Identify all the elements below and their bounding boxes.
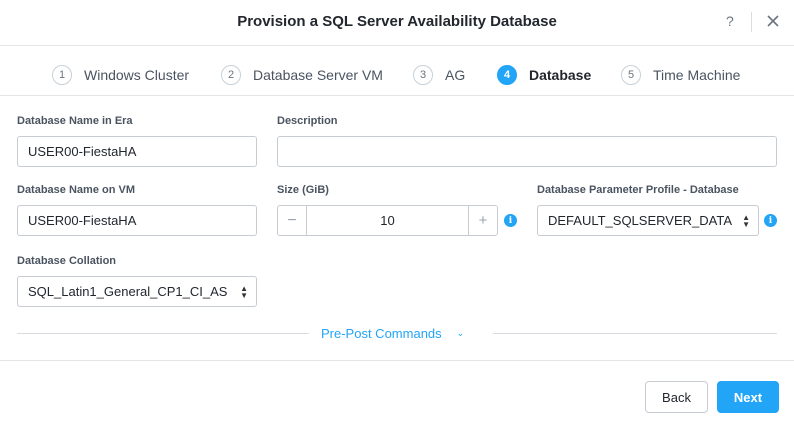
step-label: Database Server VM — [253, 67, 383, 83]
dialog-title: Provision a SQL Server Availability Data… — [237, 13, 557, 30]
select-arrows-icon: ▲ ▼ — [742, 213, 750, 229]
info-icon[interactable]: i — [764, 214, 777, 227]
divider-right — [493, 333, 777, 334]
step-time-machine[interactable]: 5 Time Machine — [621, 64, 740, 86]
back-button[interactable]: Back — [645, 381, 708, 413]
step-number: 1 — [52, 65, 72, 85]
db-name-vm-input[interactable]: USER00-FiestaHA — [17, 205, 257, 236]
db-name-era-input[interactable]: USER00-FiestaHA — [17, 136, 257, 167]
db-name-vm-label: Database Name on VM — [17, 184, 135, 196]
step-database[interactable]: 4 Database — [497, 64, 591, 86]
step-windows-cluster[interactable]: 1 Windows Cluster — [52, 64, 189, 86]
param-profile-value: DEFAULT_SQLSERVER_DATA — [548, 213, 732, 228]
close-icon[interactable] — [765, 12, 781, 30]
collation-label: Database Collation — [17, 255, 117, 267]
dialog-header: Provision a SQL Server Availability Data… — [0, 0, 794, 46]
pre-post-commands-label: Pre-Post Commands — [321, 326, 442, 341]
size-label: Size (GiB) — [277, 184, 329, 196]
chevron-down-icon: ⌄ — [456, 328, 465, 338]
step-number: 2 — [221, 65, 241, 85]
select-arrows-icon: ▲ ▼ — [240, 284, 248, 300]
step-label: Time Machine — [653, 67, 741, 83]
size-stepper: − 10 + — [277, 205, 498, 236]
help-icon[interactable]: ? — [726, 13, 734, 29]
step-label: Windows Cluster — [84, 67, 190, 83]
step-database-server-vm[interactable]: 2 Database Server VM — [221, 64, 383, 86]
size-decrement-button[interactable]: − — [278, 206, 307, 235]
db-name-era-label: Database Name in Era — [17, 115, 133, 127]
step-number: 4 — [497, 65, 517, 85]
step-number: 3 — [413, 65, 433, 85]
wizard-steps: 1 Windows Cluster 2 Database Server VM 3… — [0, 46, 794, 96]
header-divider — [751, 12, 752, 32]
divider-left — [17, 333, 309, 334]
pre-post-commands-toggle[interactable]: Pre-Post Commands ⌄ — [321, 326, 464, 341]
dialog-footer: Back Next — [0, 360, 794, 430]
description-input[interactable] — [277, 136, 777, 167]
info-icon[interactable]: i — [504, 214, 517, 227]
step-number: 5 — [621, 65, 641, 85]
collation-select[interactable]: SQL_Latin1_General_CP1_CI_AS ▲ ▼ — [17, 276, 257, 307]
next-button[interactable]: Next — [717, 381, 779, 413]
size-value-input[interactable]: 10 — [307, 206, 468, 235]
step-label: Database — [529, 67, 592, 83]
param-profile-select[interactable]: DEFAULT_SQLSERVER_DATA ▲ ▼ — [537, 205, 759, 236]
param-profile-label: Database Parameter Profile - Database — [537, 184, 739, 196]
step-ag[interactable]: 3 AG — [413, 64, 465, 86]
collation-value: SQL_Latin1_General_CP1_CI_AS — [28, 284, 228, 299]
description-label: Description — [277, 115, 338, 127]
step-label: AG — [445, 67, 466, 83]
size-increment-button[interactable]: + — [468, 206, 497, 235]
